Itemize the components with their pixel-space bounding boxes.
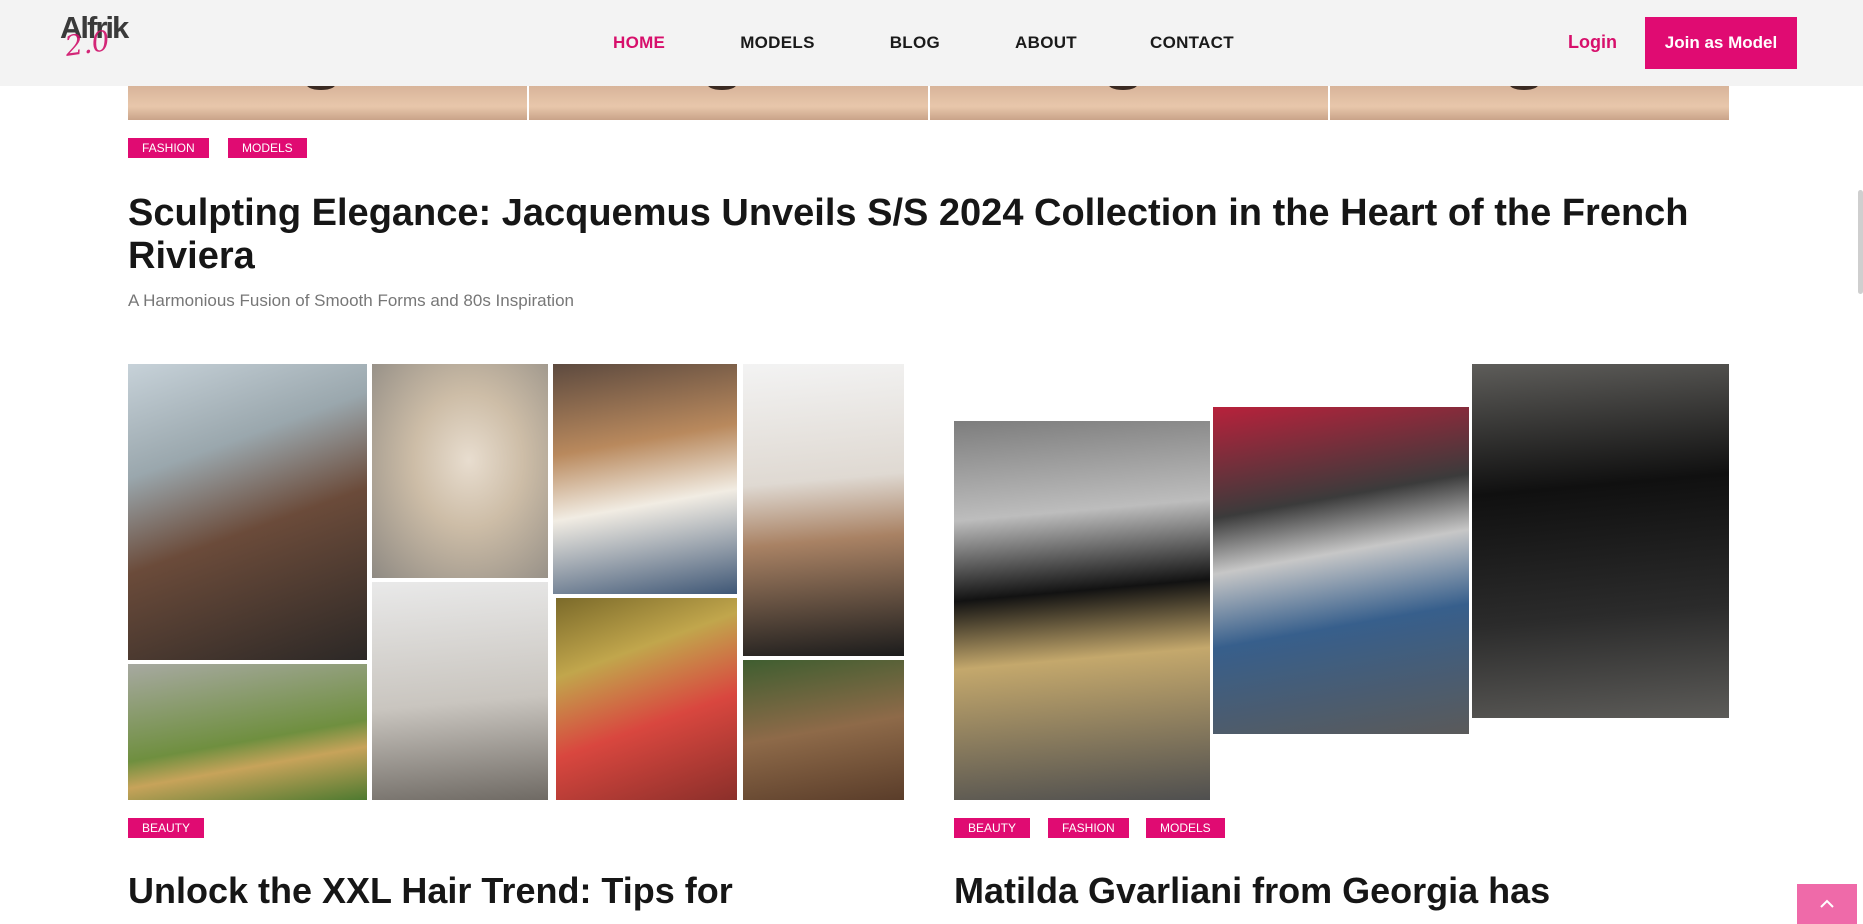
featured-image	[528, 86, 928, 120]
featured-article-title[interactable]: Sculpting Elegance: Jacquemus Unveils S/…	[128, 192, 1748, 278]
collage-photo	[372, 364, 548, 578]
collage-photo	[954, 421, 1210, 800]
login-link[interactable]: Login	[1568, 32, 1617, 53]
site-header: Alfrik 2.0 HOME MODELS BLOG ABOUT CONTAC…	[0, 0, 1863, 86]
tag-models[interactable]: MODELS	[1146, 818, 1225, 838]
site-logo[interactable]: Alfrik 2.0	[60, 10, 150, 63]
tag-models[interactable]: MODELS	[228, 138, 307, 158]
featured-image	[1330, 86, 1729, 120]
collage-photo	[553, 364, 737, 594]
featured-image	[128, 86, 527, 120]
featured-article-subtitle: A Harmonious Fusion of Smooth Forms and …	[128, 291, 574, 310]
scrollbar-thumb[interactable]	[1858, 190, 1863, 294]
collage-photo	[556, 598, 737, 800]
main-nav: HOME MODELS BLOG ABOUT CONTACT	[580, 0, 1234, 86]
nav-home[interactable]: HOME	[613, 33, 665, 53]
logo-script: 2.0	[62, 24, 112, 63]
article-title[interactable]: Matilda Gvarliani from Georgia has	[954, 870, 1550, 912]
collage-photo	[128, 664, 367, 800]
chevron-up-icon	[1820, 899, 1834, 908]
join-as-model-button[interactable]: Join as Model	[1645, 17, 1797, 69]
tag-fashion[interactable]: FASHION	[128, 138, 209, 158]
collage-photo	[128, 364, 367, 660]
collage-photo	[1472, 364, 1729, 718]
nav-blog[interactable]: BLOG	[890, 33, 940, 53]
tag-beauty[interactable]: BEAUTY	[128, 818, 205, 838]
featured-image-strip[interactable]	[128, 86, 1729, 120]
collage-photo	[372, 582, 548, 800]
collage-photo	[1213, 407, 1469, 734]
collage-photo	[743, 364, 904, 656]
back-to-top-button[interactable]	[1797, 884, 1857, 924]
collage-photo	[743, 660, 904, 800]
tag-fashion[interactable]: FASHION	[1048, 818, 1129, 838]
tag-beauty[interactable]: BEAUTY	[954, 818, 1031, 838]
featured-image	[929, 86, 1329, 120]
nav-models[interactable]: MODELS	[740, 33, 815, 53]
article-title[interactable]: Unlock the XXL Hair Trend: Tips for	[128, 870, 733, 912]
nav-contact[interactable]: CONTACT	[1150, 33, 1234, 53]
nav-about[interactable]: ABOUT	[1015, 33, 1077, 53]
